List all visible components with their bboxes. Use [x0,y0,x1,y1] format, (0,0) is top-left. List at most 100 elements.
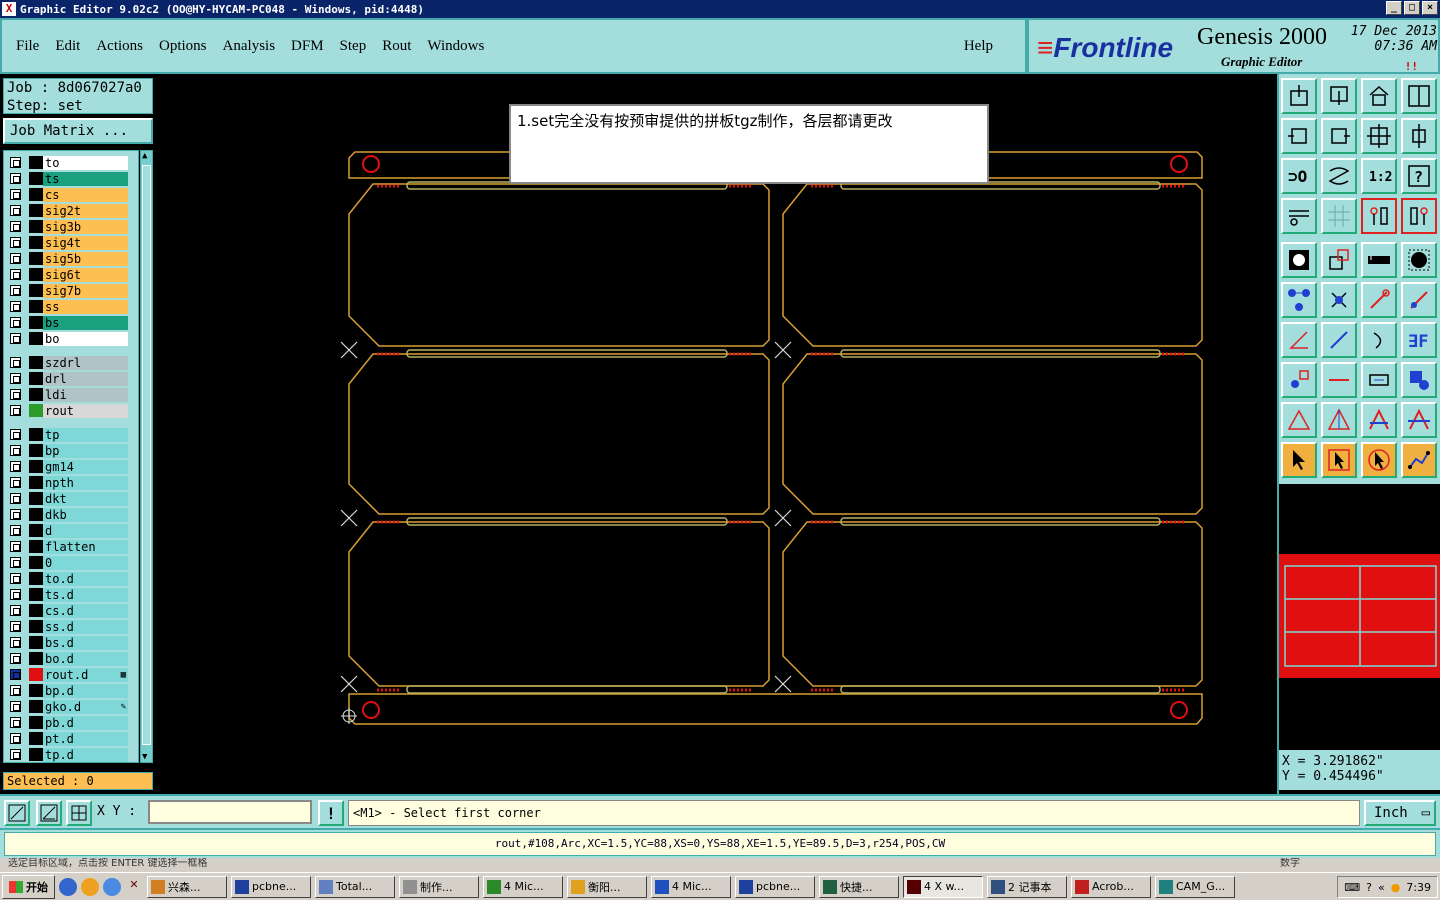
taskbar-task[interactable]: CAM_G... [1155,875,1235,898]
layer-swatch[interactable] [29,404,43,417]
job-matrix-button[interactable]: Job Matrix ... [3,118,153,144]
save-icon[interactable] [1321,78,1357,114]
layer-name[interactable]: pt.d [43,731,128,746]
minus-icon[interactable] [1321,362,1357,398]
layer-checkbox[interactable] [10,405,21,416]
layer-checkbox[interactable] [10,493,21,504]
zoom-fit-icon[interactable] [1361,118,1397,154]
quicklaunch-app-icon[interactable] [103,877,121,896]
layer-swatch[interactable] [29,236,43,249]
scroll-up-icon[interactable]: ▲ [142,151,147,161]
taskbar-task[interactable]: Acrob... [1071,875,1151,898]
line-icon[interactable] [1321,322,1357,358]
layer-swatch[interactable] [29,252,43,265]
layer-checkbox[interactable] [10,621,21,632]
layer-name[interactable]: ss.d [43,619,128,634]
layer-row[interactable]: bo.d [8,651,128,666]
layer-name[interactable]: 0 [43,555,128,570]
layer-row[interactable]: 0 [8,555,128,570]
layer-name[interactable]: ts [43,171,128,186]
menu-windows[interactable]: Windows [427,38,484,55]
layer-swatch[interactable] [29,620,43,633]
layer-name[interactable]: d [43,523,128,538]
layer-swatch[interactable] [29,668,43,681]
layer-checkbox[interactable] [10,509,21,520]
layer-row[interactable]: to [8,155,128,170]
layer-swatch[interactable] [29,636,43,649]
layer-name[interactable]: sig4t [43,235,128,250]
layer-scrollbar[interactable]: ▲ ▼ [140,150,153,763]
scroll-down-icon[interactable]: ▼ [142,752,147,762]
layer-row[interactable]: cs [8,187,128,202]
layer-row[interactable]: sig4t [8,235,128,250]
layer-swatch[interactable] [29,604,43,617]
scroll-thumb[interactable] [142,165,151,745]
layer-row[interactable]: gm14 [8,459,128,474]
keyboard-icon[interactable]: ⌨ [1344,881,1360,894]
layer-swatch[interactable] [29,716,43,729]
graphic-canvas[interactable]: 1.set完全没有按预审提供的拼板tgz制作，各层都请更改 [157,74,1277,794]
layer-row[interactable]: szdrl [8,355,128,370]
layer-checkbox[interactable] [10,221,21,232]
layer-name[interactable]: dkb [43,507,128,522]
maximize-button[interactable]: □ [1404,1,1420,15]
quicklaunch-icon[interactable] [81,877,99,896]
layer-swatch[interactable] [29,748,43,761]
layer-name[interactable]: flatten [43,539,128,554]
layer-name[interactable]: npth [43,475,128,490]
layer-row[interactable]: sig2t [8,203,128,218]
layer-checkbox[interactable] [10,189,21,200]
query-icon[interactable]: ? [1401,158,1437,194]
layer-name[interactable]: sig5b [43,251,128,266]
layer-checkbox[interactable] [10,717,21,728]
taskbar-task[interactable]: pcbne... [735,875,815,898]
select-box-icon[interactable] [1321,442,1357,478]
pad-icon[interactable] [1401,242,1437,278]
layer-name[interactable]: sig6t [43,267,128,282]
transform-icon[interactable] [1321,242,1357,278]
pan-icon[interactable]: ⊃O [1281,158,1317,194]
layer-name[interactable]: bo.d [43,651,128,666]
move-icon[interactable] [1361,282,1397,318]
layer-name[interactable]: gm14 [43,459,128,474]
layer-row[interactable]: pb.d [8,715,128,730]
delete-icon[interactable] [1321,282,1357,318]
layer-checkbox[interactable] [10,701,21,712]
menu-edit[interactable]: Edit [55,38,80,55]
layer-name[interactable]: rout [43,403,128,418]
layer-swatch[interactable] [29,588,43,601]
layer-row[interactable]: to.d [8,571,128,586]
layer-row[interactable]: pt.d [8,731,128,746]
layer-swatch[interactable] [29,332,43,345]
layer-checkbox[interactable] [10,605,21,616]
layer-checkbox[interactable] [10,669,21,680]
layer-name[interactable]: tp.d [43,747,128,762]
layer-row[interactable]: flatten [8,539,128,554]
layer-swatch[interactable] [29,524,43,537]
open-step-icon[interactable] [1281,78,1317,114]
connect-icon[interactable] [1281,282,1317,318]
layer-checkbox[interactable] [10,685,21,696]
layer-name[interactable]: ldi [43,387,128,402]
layer-name[interactable]: bp.d [43,683,128,698]
close-button[interactable]: × [1422,1,1438,15]
layer-swatch[interactable] [29,284,43,297]
layer-checkbox[interactable] [10,573,21,584]
layer-name[interactable]: bp [43,443,128,458]
layer-checkbox[interactable] [10,237,21,248]
layer-name[interactable]: rout.d ▦ [43,667,128,682]
mini-map-drawing[interactable] [1279,484,1440,754]
menu-file[interactable]: File [16,38,39,55]
layer-checkbox[interactable] [10,285,21,296]
pan-center-icon[interactable] [1321,158,1357,194]
layer-swatch[interactable] [29,172,43,185]
zoom-area-icon[interactable] [4,800,30,826]
layer-name[interactable]: bs.d [43,635,128,650]
layer-swatch[interactable] [29,268,43,281]
layer-checkbox[interactable] [10,525,21,536]
layer-swatch[interactable] [29,652,43,665]
mini-map[interactable] [1279,484,1440,794]
layer-row[interactable]: ss.d [8,619,128,634]
layer-row[interactable]: bp [8,443,128,458]
layer-row[interactable]: gko.d ✎ [8,699,128,714]
